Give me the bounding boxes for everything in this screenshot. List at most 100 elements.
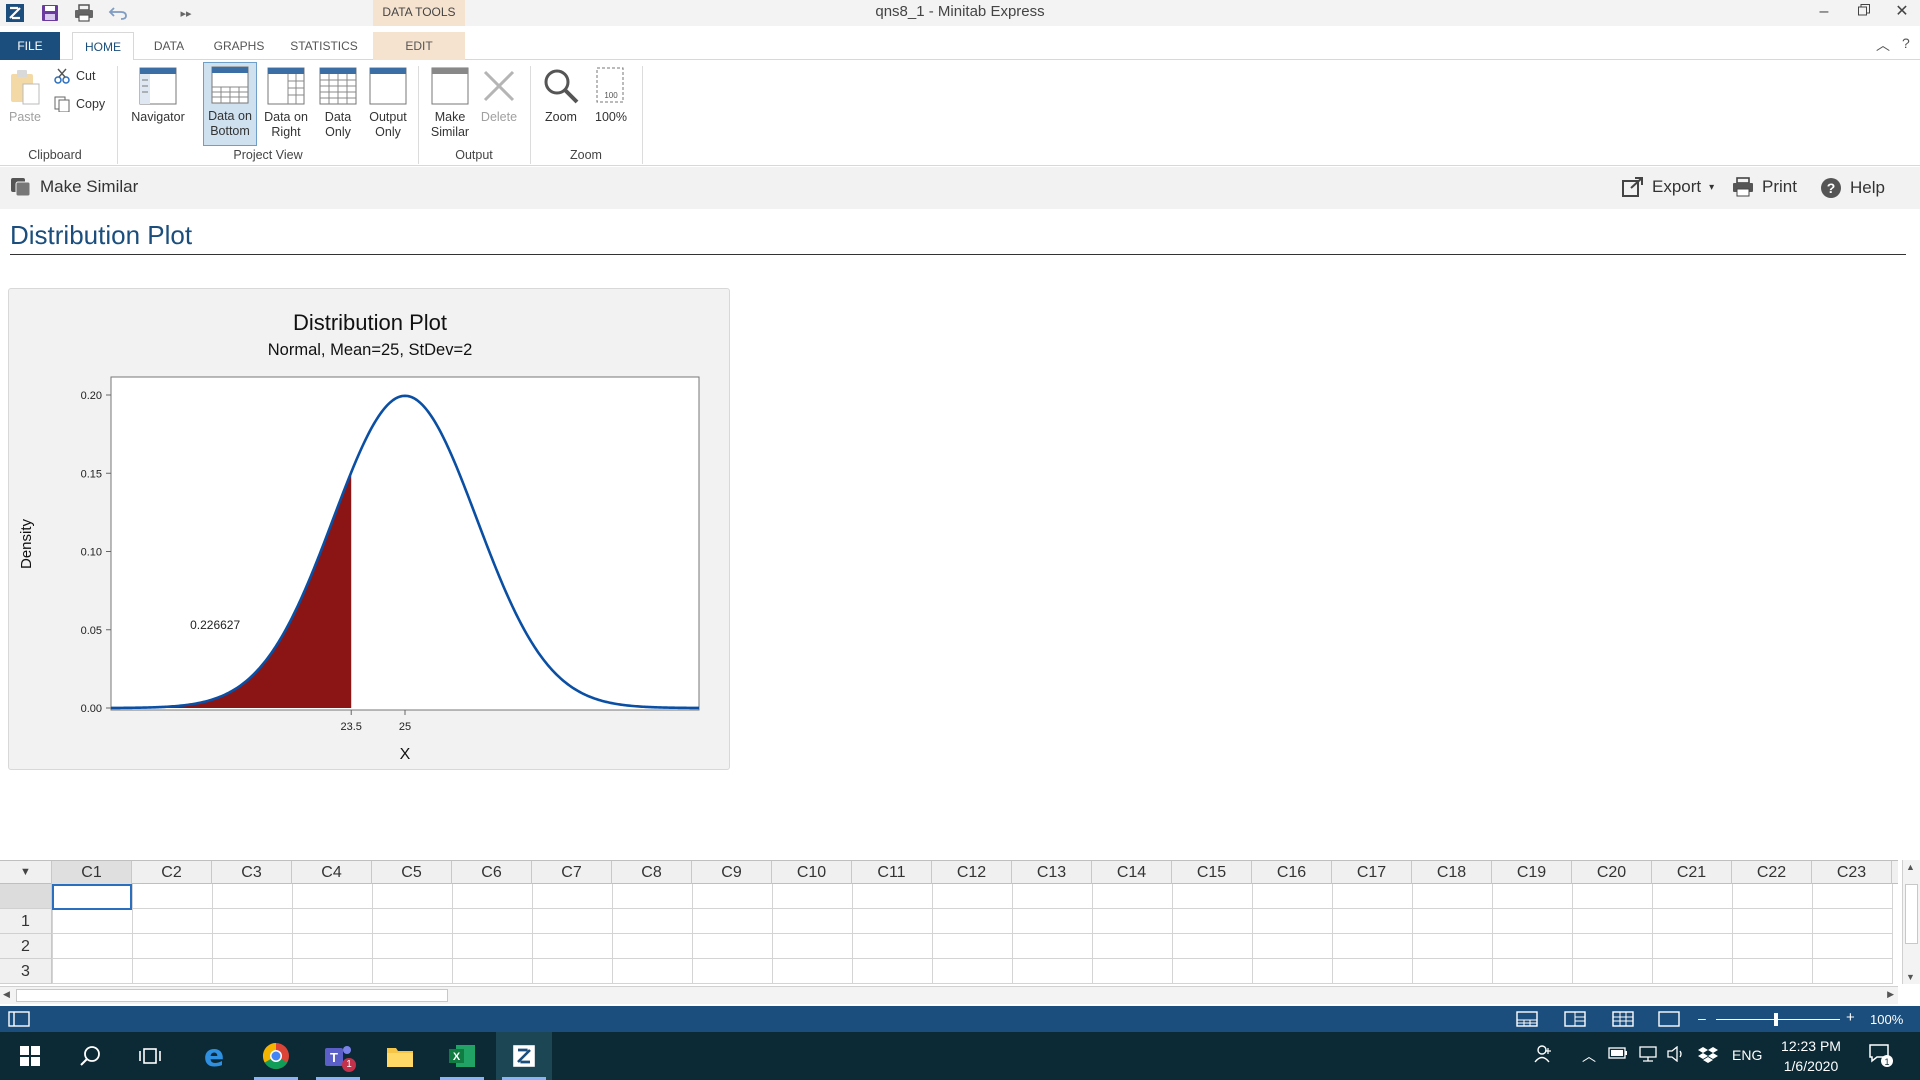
- dropbox-icon[interactable]: [1698, 1046, 1718, 1067]
- action-center-icon[interactable]: 1: [1868, 1042, 1894, 1071]
- chrome-icon[interactable]: [248, 1032, 304, 1080]
- horizontal-scrollbar[interactable]: ◀ ▶: [0, 986, 1898, 1004]
- view-data-only-icon[interactable]: [1612, 1011, 1634, 1027]
- make-similar-ribbon-button[interactable]: Make Similar: [424, 64, 476, 144]
- column-header-c5[interactable]: C5: [372, 861, 452, 884]
- row-header-entry[interactable]: [0, 884, 52, 909]
- tab-file[interactable]: FILE: [0, 32, 60, 60]
- tab-data[interactable]: DATA: [146, 32, 192, 60]
- copy-button[interactable]: Copy: [54, 96, 105, 112]
- vertical-scrollbar[interactable]: ▲ ▼: [1902, 860, 1920, 984]
- panel-toggle-icon[interactable]: [8, 1011, 30, 1027]
- tab-home[interactable]: HOME: [72, 32, 134, 61]
- row-header-2[interactable]: 2: [0, 934, 52, 959]
- zoom-button[interactable]: Zoom: [536, 64, 586, 144]
- column-header-c7[interactable]: C7: [532, 861, 612, 884]
- file-explorer-icon[interactable]: [372, 1032, 428, 1080]
- minitab-express-taskbar-icon[interactable]: [496, 1032, 552, 1080]
- people-icon[interactable]: [1534, 1044, 1554, 1067]
- column-header-c21[interactable]: C21: [1652, 861, 1732, 884]
- battery-icon[interactable]: [1608, 1046, 1628, 1063]
- view-data-bottom-icon[interactable]: [1516, 1011, 1538, 1027]
- tab-statistics[interactable]: STATISTICS: [282, 32, 366, 60]
- output-heading: Distribution Plot: [10, 220, 193, 250]
- column-header-c3[interactable]: C3: [212, 861, 292, 884]
- tray-chevron-icon[interactable]: ︿: [1582, 1046, 1596, 1066]
- edge-browser-icon[interactable]: e: [186, 1032, 242, 1080]
- scroll-right-icon[interactable]: ▶: [1887, 989, 1894, 1000]
- volume-icon[interactable]: [1666, 1045, 1686, 1065]
- help-button[interactable]: ? Help: [1820, 177, 1885, 199]
- column-header-c2[interactable]: C2: [132, 861, 212, 884]
- windows-start-icon[interactable]: [2, 1032, 58, 1080]
- zoom-100-button[interactable]: 100 100%: [586, 64, 636, 144]
- column-header-c11[interactable]: C11: [852, 861, 932, 884]
- x-tick-label: 25: [399, 721, 411, 733]
- zoom-slider-thumb[interactable]: [1774, 1013, 1778, 1026]
- view-data-right-icon[interactable]: [1564, 1011, 1586, 1027]
- column-header-c8[interactable]: C8: [612, 861, 692, 884]
- zoom-slider[interactable]: [1716, 1019, 1840, 1020]
- distribution-plot-graph[interactable]: Distribution Plot Normal, Mean=25, StDev…: [8, 288, 730, 770]
- collapse-ribbon-icon[interactable]: ︿: [1876, 35, 1890, 55]
- select-all-corner[interactable]: ▼: [0, 861, 52, 884]
- task-view-icon[interactable]: [122, 1032, 178, 1080]
- print-button[interactable]: Print: [1732, 177, 1797, 197]
- column-header-c13[interactable]: C13: [1012, 861, 1092, 884]
- column-header-c10[interactable]: C10: [772, 861, 852, 884]
- column-header-c12[interactable]: C12: [932, 861, 1012, 884]
- navigator-button[interactable]: Navigator: [126, 64, 190, 144]
- tab-edit[interactable]: EDIT: [373, 32, 465, 60]
- paste-button[interactable]: Paste: [4, 64, 46, 144]
- search-icon[interactable]: [62, 1032, 118, 1080]
- horizontal-scroll-thumb[interactable]: [16, 989, 448, 1002]
- row-header-3[interactable]: 3: [0, 959, 52, 984]
- column-header-c19[interactable]: C19: [1492, 861, 1572, 884]
- zoom-out-icon[interactable]: –: [1698, 1010, 1706, 1026]
- column-header-c14[interactable]: C14: [1092, 861, 1172, 884]
- zoom-level[interactable]: 100%: [1870, 1012, 1903, 1027]
- row-header-1[interactable]: 1: [0, 909, 52, 934]
- zoom-in-icon[interactable]: +: [1846, 1009, 1855, 1026]
- restore-button[interactable]: [1846, 0, 1882, 26]
- column-header-c9[interactable]: C9: [692, 861, 772, 884]
- output-only-button[interactable]: Output Only: [362, 64, 414, 144]
- column-header-c6[interactable]: C6: [452, 861, 532, 884]
- column-header-c17[interactable]: C17: [1332, 861, 1412, 884]
- clock[interactable]: 12:23 PM 1/6/2020: [1776, 1036, 1846, 1076]
- help-question-icon[interactable]: ?: [1902, 35, 1910, 51]
- grid-line: [1012, 884, 1013, 984]
- data-only-button[interactable]: Data Only: [312, 64, 364, 144]
- worksheet[interactable]: ▼ C1 C2 C3 C4 C5 C6 C7 C8 C9 C10 C11 C12 C13 C14 C15 C1…: [0, 860, 1920, 984]
- group-separator: [530, 66, 531, 164]
- column-header-c23[interactable]: C23: [1812, 861, 1892, 884]
- column-header-c22[interactable]: C22: [1732, 861, 1812, 884]
- make-similar-button[interactable]: Make Similar: [10, 177, 138, 197]
- scroll-down-icon[interactable]: ▼: [1906, 972, 1915, 982]
- network-icon[interactable]: [1638, 1046, 1658, 1065]
- column-header-c18[interactable]: C18: [1412, 861, 1492, 884]
- scroll-left-icon[interactable]: ◀: [3, 989, 10, 1000]
- data-on-bottom-button[interactable]: Data on Bottom: [203, 62, 257, 146]
- excel-icon[interactable]: X: [434, 1032, 490, 1080]
- export-button[interactable]: Export ▾: [1622, 177, 1714, 197]
- close-button[interactable]: ✕: [1884, 0, 1920, 26]
- cut-button[interactable]: Cut: [54, 68, 95, 84]
- vertical-scroll-thumb[interactable]: [1905, 884, 1918, 944]
- window-title: qns8_1 - Minitab Express: [875, 3, 1045, 20]
- delete-button[interactable]: Delete: [474, 64, 524, 144]
- minimize-button[interactable]: –: [1806, 0, 1842, 26]
- ribbon: Paste Cut Copy Clipboard Navigator Data …: [0, 60, 1920, 166]
- teams-icon[interactable]: T 1: [310, 1032, 366, 1080]
- active-cell[interactable]: [52, 884, 132, 910]
- column-header-c15[interactable]: C15: [1172, 861, 1252, 884]
- column-header-c4[interactable]: C4: [292, 861, 372, 884]
- view-output-only-icon[interactable]: [1658, 1011, 1680, 1027]
- column-header-c16[interactable]: C16: [1252, 861, 1332, 884]
- data-on-right-button[interactable]: Data on Right: [260, 64, 312, 144]
- input-language[interactable]: ENG: [1732, 1047, 1762, 1063]
- column-header-c1[interactable]: C1: [52, 861, 132, 884]
- column-header-c20[interactable]: C20: [1572, 861, 1652, 884]
- scroll-up-icon[interactable]: ▲: [1906, 862, 1915, 872]
- tab-graphs[interactable]: GRAPHS: [206, 32, 272, 60]
